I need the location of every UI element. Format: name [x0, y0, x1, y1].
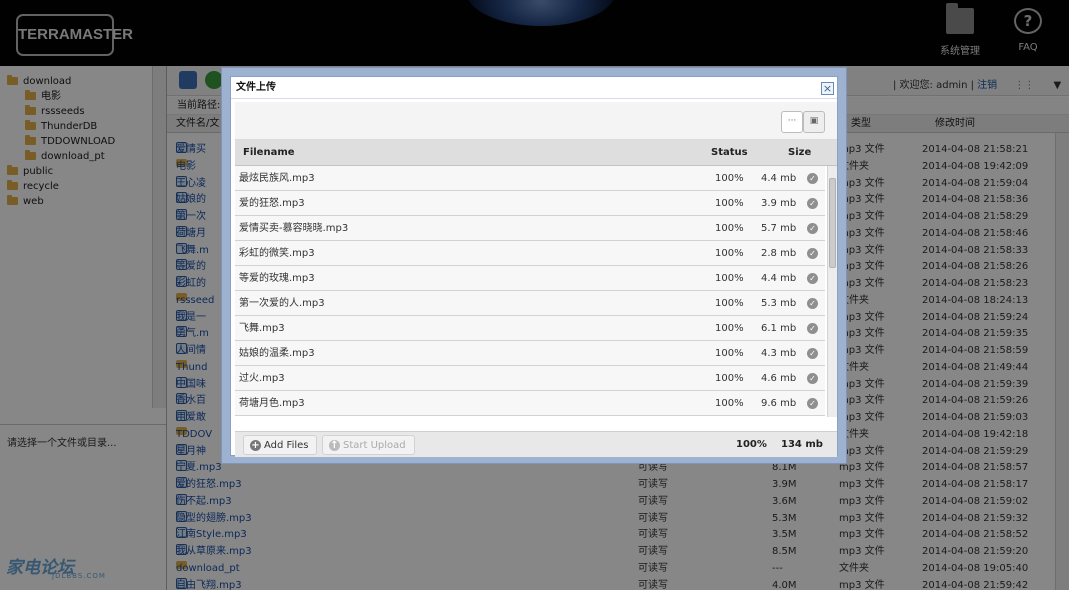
total-status: 100%	[736, 439, 767, 450]
checkmark-icon: ✓	[807, 198, 818, 209]
upload-dialog: 文件上传 × ··· ▣ Filename Status Size 最炫民族风.…	[221, 67, 847, 464]
uploader: ··· ▣ Filename Status Size 最炫民族风.mp3 100%…	[235, 102, 837, 457]
upload-file-row[interactable]: 飞舞.mp3 100% 6.1 mb ✓	[235, 316, 825, 341]
upload-file-row[interactable]: 过火.mp3 100% 4.6 mb ✓	[235, 366, 825, 391]
checkmark-icon: ✓	[807, 373, 818, 384]
upload-file-status: 100%	[715, 398, 744, 409]
upload-footer: + Add Files ↑ Start Upload 100% 134 mb	[235, 431, 837, 457]
upload-file-size: 4.4 mb	[761, 273, 797, 284]
upload-file-row[interactable]: 最炫民族风.mp3 100% 4.4 mb ✓	[235, 166, 825, 191]
upload-file-row[interactable]: 荷塘月色.mp3 100% 9.6 mb ✓	[235, 391, 825, 416]
checkmark-icon: ✓	[807, 348, 818, 359]
upload-list-header: Filename Status Size	[235, 140, 837, 166]
upload-file-row[interactable]: 彩虹的微笑.mp3 100% 2.8 mb ✓	[235, 241, 825, 266]
upload-file-list: 最炫民族风.mp3 100% 4.4 mb ✓ 爱的狂怒.mp3 100% 3.9 mb ✓ 爱…	[235, 166, 825, 417]
upload-file-name: 等爱的玫瑰.mp3	[239, 273, 315, 284]
upload-file-name: 爱的狂怒.mp3	[239, 198, 305, 209]
upload-file-size: 6.1 mb	[761, 323, 797, 334]
upload-file-name: 姑娘的温柔.mp3	[239, 348, 315, 359]
upload-file-name: 最炫民族风.mp3	[239, 173, 315, 184]
upload-file-name: 过火.mp3	[239, 373, 285, 384]
upload-file-row[interactable]: 第一次爱的人.mp3 100% 5.3 mb ✓	[235, 291, 825, 316]
upload-file-size: 2.8 mb	[761, 248, 797, 259]
start-upload-button[interactable]: ↑ Start Upload	[322, 435, 415, 455]
thumbnail-view-icon[interactable]: ▣	[803, 111, 825, 133]
upload-file-name: 爱情买卖-慕容晓晓.mp3	[239, 223, 349, 234]
start-upload-label: Start Upload	[343, 440, 406, 451]
upload-file-size: 4.6 mb	[761, 373, 797, 384]
upload-file-status: 100%	[715, 323, 744, 334]
total-size: 134 mb	[781, 439, 823, 450]
upload-file-row[interactable]: 等爱的玫瑰.mp3 100% 4.4 mb ✓	[235, 266, 825, 291]
upload-dialog-panel: 文件上传 × ··· ▣ Filename Status Size 最炫民族风.…	[230, 76, 838, 457]
col-status: Status	[711, 147, 748, 158]
upload-file-status: 100%	[715, 298, 744, 309]
col-filename: Filename	[243, 147, 295, 158]
upload-file-name: 荷塘月色.mp3	[239, 398, 305, 409]
upload-file-name: 飞舞.mp3	[239, 323, 285, 334]
col-size: Size	[788, 147, 812, 158]
upload-arrow-icon: ↑	[329, 440, 340, 451]
upload-file-size: 3.9 mb	[761, 198, 797, 209]
upload-list-scrollbar[interactable]	[827, 166, 837, 417]
upload-file-size: 5.7 mb	[761, 223, 797, 234]
upload-file-status: 100%	[715, 173, 744, 184]
view-toolbar: ··· ▣	[235, 102, 837, 140]
dialog-title: 文件上传	[231, 77, 837, 99]
upload-file-name: 第一次爱的人.mp3	[239, 298, 325, 309]
upload-file-size: 4.3 mb	[761, 348, 797, 359]
upload-file-status: 100%	[715, 198, 744, 209]
checkmark-icon: ✓	[807, 173, 818, 184]
upload-file-row[interactable]: 姑娘的温柔.mp3 100% 4.3 mb ✓	[235, 341, 825, 366]
close-icon[interactable]: ×	[821, 82, 834, 95]
upload-file-row[interactable]: 爱情买卖-慕容晓晓.mp3 100% 5.7 mb ✓	[235, 216, 825, 241]
upload-file-status: 100%	[715, 373, 744, 384]
checkmark-icon: ✓	[807, 298, 818, 309]
upload-file-row[interactable]: 爱的狂怒.mp3 100% 3.9 mb ✓	[235, 191, 825, 216]
scrollbar-thumb[interactable]	[829, 178, 836, 268]
upload-file-status: 100%	[715, 273, 744, 284]
checkmark-icon: ✓	[807, 248, 818, 259]
upload-file-size: 9.6 mb	[761, 398, 797, 409]
checkmark-icon: ✓	[807, 223, 818, 234]
checkmark-icon: ✓	[807, 273, 818, 284]
list-view-icon[interactable]: ···	[781, 111, 803, 133]
checkmark-icon: ✓	[807, 398, 818, 409]
checkmark-icon: ✓	[807, 323, 818, 334]
add-files-label: Add Files	[264, 440, 309, 451]
upload-file-status: 100%	[715, 223, 744, 234]
add-files-button[interactable]: + Add Files	[243, 435, 318, 455]
upload-file-status: 100%	[715, 348, 744, 359]
upload-file-status: 100%	[715, 248, 744, 259]
plus-icon: +	[250, 440, 261, 451]
upload-file-size: 5.3 mb	[761, 298, 797, 309]
upload-file-size: 4.4 mb	[761, 173, 797, 184]
upload-file-name: 彩虹的微笑.mp3	[239, 248, 315, 259]
